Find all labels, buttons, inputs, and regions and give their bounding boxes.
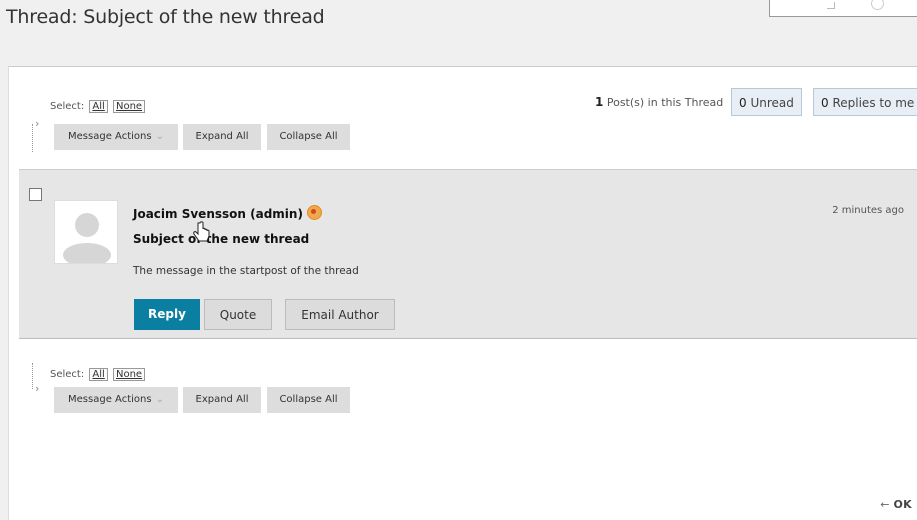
message-actions-label: Message Actions bbox=[68, 131, 152, 142]
page-header: Thread: Subject of the new thread bbox=[0, 0, 917, 66]
reply-button[interactable]: Reply bbox=[134, 299, 200, 330]
replies-filter-button[interactable]: 0 Replies to me bbox=[813, 88, 917, 116]
replies-label: Replies to me bbox=[832, 96, 915, 110]
quote-button[interactable]: Quote bbox=[204, 299, 272, 330]
post-item: Joacim Svensson (admin) 2 minutes ago Su… bbox=[19, 169, 917, 339]
message-actions-button[interactable]: Message Actions ⌄ bbox=[54, 124, 178, 150]
select-none-link[interactable]: None bbox=[113, 100, 146, 113]
hand-cursor-icon bbox=[193, 221, 210, 242]
tree-arrow-icon: › bbox=[35, 117, 40, 130]
unread-label: Unread bbox=[750, 96, 794, 110]
avatar-icon bbox=[54, 200, 118, 264]
chevron-down-icon: ⌄ bbox=[155, 131, 164, 142]
tree-arrow-icon: › bbox=[35, 382, 40, 395]
arrow-left-icon: ← bbox=[880, 498, 890, 511]
ok-link[interactable]: ← OK bbox=[880, 498, 912, 511]
badge-icon bbox=[306, 205, 322, 220]
post-subject: Subject of the new thread bbox=[133, 232, 310, 246]
unread-filter-button[interactable]: 0 Unread bbox=[731, 88, 802, 116]
post-count-number: 1 bbox=[595, 95, 604, 109]
tree-connector bbox=[32, 363, 33, 389]
collapse-all-button[interactable]: Collapse All bbox=[267, 387, 350, 413]
message-actions-label: Message Actions bbox=[68, 394, 152, 405]
chevron-down-icon: ⌄ bbox=[155, 394, 164, 405]
ok-label: OK bbox=[893, 498, 912, 511]
email-author-button[interactable]: Email Author bbox=[285, 299, 395, 330]
post-message: The message in the startpost of the thre… bbox=[133, 265, 359, 277]
thread-content: Select: All None › Message Actions ⌄ Expa… bbox=[8, 66, 917, 520]
help-icon[interactable] bbox=[871, 0, 884, 10]
select-all-link[interactable]: All bbox=[89, 100, 108, 113]
expand-all-button[interactable]: Expand All bbox=[183, 124, 261, 150]
select-all-link[interactable]: All bbox=[89, 368, 108, 381]
select-none-link[interactable]: None bbox=[113, 368, 146, 381]
tree-connector bbox=[32, 124, 33, 152]
header-controls[interactable] bbox=[769, 0, 917, 17]
post-count: 1 Post(s) in this Thread bbox=[595, 95, 723, 109]
post-author-name[interactable]: Joacim Svensson (admin) bbox=[133, 207, 303, 221]
notification-icon[interactable] bbox=[827, 2, 835, 9]
select-label: Select: bbox=[50, 369, 85, 380]
select-label: Select: bbox=[50, 101, 85, 112]
message-actions-button[interactable]: Message Actions ⌄ bbox=[54, 387, 178, 413]
post-count-label: Post(s) in this Thread bbox=[606, 96, 724, 109]
replies-count: 0 bbox=[821, 96, 829, 110]
post-timestamp: 2 minutes ago bbox=[832, 205, 904, 216]
select-controls-bottom: Select: All None bbox=[50, 368, 146, 381]
page-title: Thread: Subject of the new thread bbox=[6, 6, 325, 28]
select-controls-top: Select: All None bbox=[50, 100, 146, 113]
unread-count: 0 bbox=[739, 96, 747, 110]
post-author[interactable]: Joacim Svensson (admin) bbox=[133, 205, 322, 221]
post-select-checkbox[interactable] bbox=[29, 188, 42, 201]
expand-all-button[interactable]: Expand All bbox=[183, 387, 261, 413]
collapse-all-button[interactable]: Collapse All bbox=[267, 124, 350, 150]
